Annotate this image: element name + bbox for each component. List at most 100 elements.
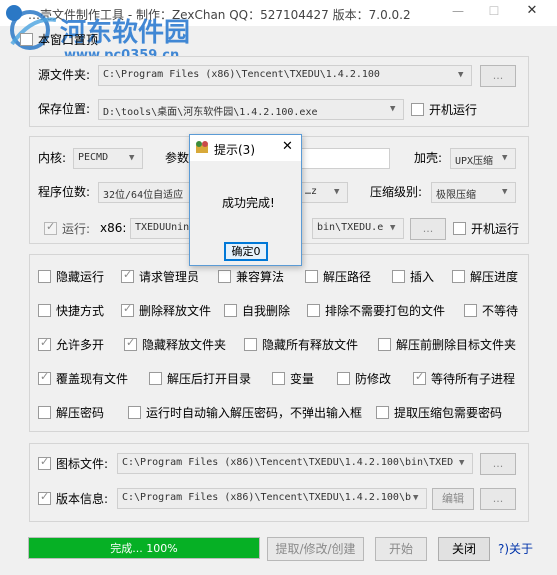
compress-combo[interactable]: 极限压缩 ▼ xyxy=(431,182,516,203)
chevron-down-icon: ▼ xyxy=(129,153,135,163)
message-dialog: 提示(3) ✕ 成功完成! 确定0 xyxy=(189,134,302,266)
save-label: 保存位置: xyxy=(38,102,91,116)
chevron-down-icon: ▼ xyxy=(502,153,508,163)
shell-value: UPX压缩 xyxy=(455,156,494,167)
always-on-top-checkbox[interactable] xyxy=(20,33,33,46)
option-checkbox[interactable] xyxy=(128,406,141,419)
option-label: 变量 xyxy=(290,372,315,386)
version-info-combo[interactable]: C:\Program Files (x86)\Tencent\TXEDU\1.4… xyxy=(117,488,427,509)
icon-browse-button[interactable]: ... xyxy=(480,453,516,475)
chevron-down-icon: ▼ xyxy=(502,187,508,197)
option-checkbox[interactable] xyxy=(376,406,389,419)
dialog-ok-button[interactable]: 确定0 xyxy=(224,242,268,261)
option-checkbox[interactable] xyxy=(378,338,391,351)
x86-label: x86: xyxy=(100,221,127,235)
save-autostart-label: 开机运行 xyxy=(429,103,478,117)
version-info-checkbox[interactable] xyxy=(38,490,51,505)
option-label: 不等待 xyxy=(482,304,519,318)
option-label: 快捷方式 xyxy=(56,304,105,318)
option-checkbox[interactable] xyxy=(121,268,134,283)
option-label: 解压前删除目标文件夹 xyxy=(396,338,517,352)
secondary-combo-value: …z xyxy=(305,186,318,197)
shell-combo[interactable]: UPX压缩 ▼ xyxy=(450,148,516,169)
run-autostart-checkbox[interactable] xyxy=(453,222,466,235)
save-autostart-checkbox[interactable] xyxy=(411,103,424,116)
version-edit-button[interactable]: 编辑 xyxy=(432,488,474,510)
save-location-combo[interactable]: D:\tools\桌面\河东软件园\1.4.2.100.exe ▼ xyxy=(98,99,404,120)
option-checkbox[interactable] xyxy=(38,406,51,419)
kernel-combo[interactable]: PECMD ▼ xyxy=(73,148,143,169)
option-checkbox[interactable] xyxy=(218,270,231,283)
bits-label: 程序位数: xyxy=(38,185,91,199)
option-checkbox[interactable] xyxy=(149,372,162,385)
close-button[interactable]: 关闭 xyxy=(438,537,490,561)
source-folder-combo[interactable]: C:\Program Files (x86)\Tencent\TXEDU\1.4… xyxy=(98,65,472,86)
maximize-icon[interactable]: ☐ xyxy=(484,4,504,22)
option-label: 删除释放文件 xyxy=(139,304,212,318)
kernel-label: 内核: xyxy=(38,151,67,165)
about-link[interactable]: ?)关于 xyxy=(498,541,533,557)
chevron-down-icon: ▼ xyxy=(459,458,465,468)
option-label: 解压路径 xyxy=(323,270,372,284)
run-browse-button[interactable]: ... xyxy=(410,218,446,240)
option-checkbox[interactable] xyxy=(272,372,285,385)
compress-label: 压缩级别: xyxy=(370,185,423,199)
option-checkbox[interactable] xyxy=(38,304,51,317)
dialog-app-icon xyxy=(194,140,210,156)
params-label: 参数 xyxy=(165,151,190,165)
run-label: 运行: xyxy=(62,222,91,236)
option-checkbox[interactable] xyxy=(244,338,257,351)
icon-file-label: 图标文件: xyxy=(56,457,109,471)
run-checkbox[interactable] xyxy=(44,220,57,235)
run-path-combo[interactable]: bin\TXEDU.e ▼ xyxy=(312,218,404,239)
start-button[interactable]: 开始 xyxy=(375,537,427,561)
dialog-message: 成功完成! xyxy=(222,196,275,210)
option-checkbox[interactable] xyxy=(38,336,51,351)
option-checkbox[interactable] xyxy=(121,302,134,317)
minimize-icon[interactable]: — xyxy=(448,4,468,22)
dialog-close-icon[interactable]: ✕ xyxy=(282,139,293,154)
option-checkbox[interactable] xyxy=(464,304,477,317)
option-checkbox[interactable] xyxy=(224,304,237,317)
close-icon[interactable]: ✕ xyxy=(522,3,542,21)
option-label: 排除不需要打包的文件 xyxy=(325,304,446,318)
dialog-body: 成功完成! 确定0 xyxy=(190,161,301,265)
option-checkbox[interactable] xyxy=(452,270,465,283)
icon-file-combo[interactable]: C:\Program Files (x86)\Tencent\TXEDU\1.4… xyxy=(117,453,473,474)
option-label: 插入 xyxy=(410,270,435,284)
option-label: 等待所有子进程 xyxy=(431,372,516,386)
run-autostart-label: 开机运行 xyxy=(471,222,520,236)
option-checkbox[interactable] xyxy=(124,336,137,351)
source-browse-button[interactable]: ... xyxy=(480,65,516,87)
option-checkbox[interactable] xyxy=(305,270,318,283)
option-label: 解压密码 xyxy=(56,406,105,420)
params-input[interactable] xyxy=(300,148,390,169)
bits-combo[interactable]: 32位/64位自适应 xyxy=(98,182,190,203)
chevron-down-icon: ▼ xyxy=(413,493,419,503)
kernel-value: PECMD xyxy=(78,152,109,163)
secondary-combo[interactable]: …z ▼ xyxy=(300,182,348,203)
version-info-label: 版本信息: xyxy=(56,492,109,506)
option-label: 隐藏释放文件夹 xyxy=(142,338,227,352)
shell-label: 加壳: xyxy=(414,151,443,165)
dialog-title-bar: 提示(3) ✕ xyxy=(190,135,301,161)
option-checkbox[interactable] xyxy=(307,304,320,317)
source-folder-value: C:\Program Files (x86)\Tencent\TXEDU\1.4… xyxy=(103,69,380,80)
option-label: 兼容算法 xyxy=(236,270,285,284)
option-label: 请求管理员 xyxy=(139,270,200,284)
option-label: 运行时自动输入解压密码，不弹出输入框 xyxy=(146,406,363,420)
version-browse-button[interactable]: ... xyxy=(480,488,516,510)
option-label: 允许多开 xyxy=(56,338,105,352)
icon-file-checkbox[interactable] xyxy=(38,455,51,470)
option-checkbox[interactable] xyxy=(392,270,405,283)
option-label: 解压进度 xyxy=(470,270,519,284)
progress-text: 完成... 100% xyxy=(110,542,178,555)
option-checkbox[interactable] xyxy=(38,370,51,385)
chevron-down-icon: ▼ xyxy=(458,70,464,80)
compress-value: 极限压缩 xyxy=(436,190,476,201)
extract-modify-create-button[interactable]: 提取/修改/创建 xyxy=(267,537,364,561)
option-checkbox[interactable] xyxy=(38,270,51,283)
option-checkbox[interactable] xyxy=(337,372,350,385)
option-checkbox[interactable] xyxy=(413,370,426,385)
x86-input[interactable]: TXEDUUnins… xyxy=(130,218,190,239)
